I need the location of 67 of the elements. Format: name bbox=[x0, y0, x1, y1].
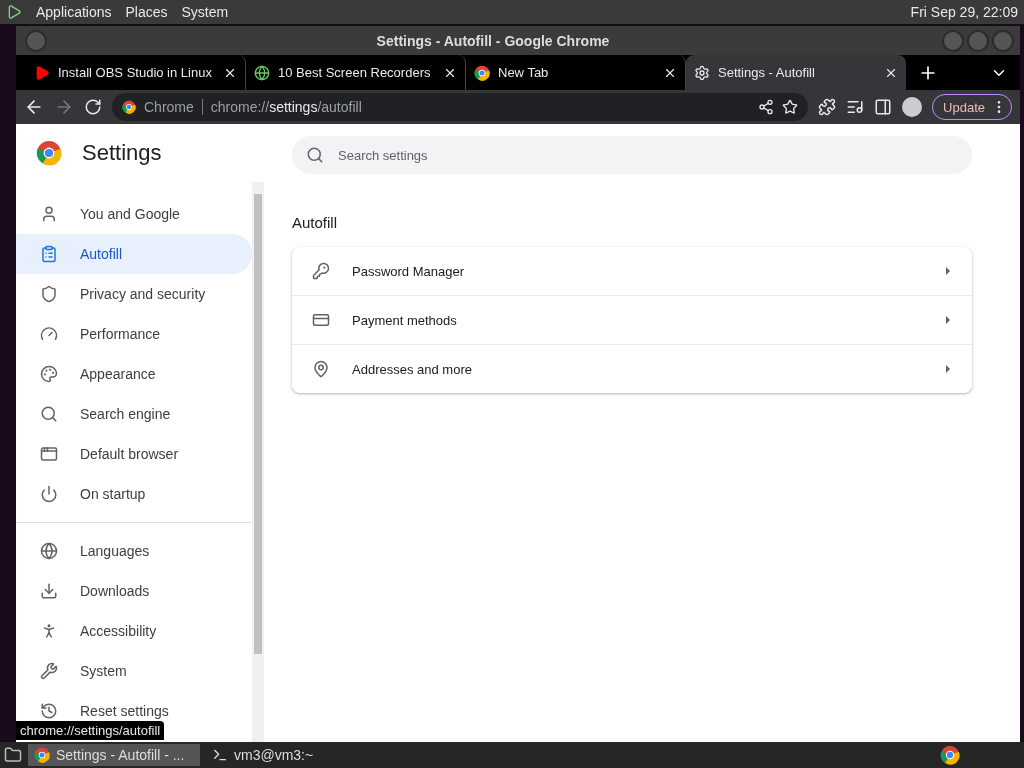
settings-row[interactable]: Addresses and more bbox=[292, 344, 972, 393]
pin-icon bbox=[312, 360, 330, 378]
avatar[interactable] bbox=[902, 97, 923, 117]
gauge-icon bbox=[40, 325, 58, 343]
settings-icon bbox=[694, 64, 710, 81]
browser-window-icon bbox=[40, 445, 58, 463]
settings-row[interactable]: Password Manager bbox=[292, 247, 972, 295]
sidebar-item[interactable]: Search engine bbox=[16, 394, 252, 434]
panel-menu[interactable]: Places bbox=[125, 4, 168, 20]
settings-row[interactable]: Payment methods bbox=[292, 295, 972, 344]
sidebar-item[interactable]: Appearance bbox=[16, 354, 252, 394]
scrollbar-thumb[interactable] bbox=[254, 194, 262, 654]
person-icon bbox=[40, 205, 58, 223]
sidebar-item[interactable]: Privacy and security bbox=[16, 274, 252, 314]
sidebar-item[interactable]: Accessibility bbox=[16, 611, 252, 651]
search-icon bbox=[306, 146, 324, 164]
chrome-icon bbox=[122, 100, 136, 114]
browser-tab[interactable]: Settings - Autofill bbox=[686, 55, 906, 90]
status-tooltip: chrome://settings/autofill bbox=[16, 721, 165, 740]
sidebar-item[interactable]: Default browser bbox=[16, 434, 252, 474]
scrollbar[interactable] bbox=[252, 182, 264, 742]
clock: Fri Sep 29, 22:09 bbox=[910, 4, 1018, 20]
terminal-icon bbox=[212, 747, 228, 763]
key-icon bbox=[312, 262, 330, 280]
globe-icon bbox=[254, 64, 270, 81]
sidebar-item[interactable]: Downloads bbox=[16, 571, 252, 611]
share-icon[interactable] bbox=[758, 99, 775, 115]
search-icon bbox=[40, 405, 58, 423]
panel-menu[interactable]: System bbox=[181, 4, 229, 20]
side-panel-icon[interactable] bbox=[874, 98, 893, 116]
sidebar-item[interactable]: System bbox=[16, 651, 252, 691]
star-icon[interactable] bbox=[782, 99, 799, 115]
sidebar-item[interactable]: Autofill bbox=[16, 234, 252, 274]
wrench-icon bbox=[40, 662, 58, 680]
sidebar-item[interactable]: Performance bbox=[16, 314, 252, 354]
taskbar-item[interactable]: Settings - Autofill - ... bbox=[28, 744, 200, 766]
caret-icon bbox=[944, 315, 952, 325]
search-field[interactable]: Search settings bbox=[292, 136, 972, 174]
chrome-icon[interactable] bbox=[940, 745, 960, 765]
taskbar-item[interactable]: vm3@vm3:~ bbox=[206, 744, 320, 766]
address-bar[interactable]: Chrome chrome://settings/autofill bbox=[112, 93, 809, 121]
sidebar-item[interactable]: Languages bbox=[16, 531, 252, 571]
section-title: Autofill bbox=[292, 214, 339, 231]
card-icon bbox=[312, 311, 330, 329]
caret-icon bbox=[944, 266, 952, 276]
settings-title: Settings bbox=[82, 140, 162, 166]
chrome-icon bbox=[34, 747, 50, 763]
panel-menu[interactable]: Applications bbox=[36, 4, 112, 20]
media-list-icon[interactable] bbox=[846, 98, 865, 116]
puzzle-icon[interactable] bbox=[818, 98, 837, 116]
play-icon bbox=[34, 64, 50, 81]
power-icon bbox=[40, 485, 58, 503]
sidebar-item[interactable]: You and Google bbox=[16, 194, 252, 234]
chrome-icon bbox=[474, 64, 490, 81]
window-title: Settings - Autofill - Google Chrome bbox=[375, 32, 611, 49]
shield-icon bbox=[40, 285, 58, 303]
history-icon bbox=[40, 702, 58, 720]
reload-icon[interactable] bbox=[84, 98, 102, 116]
download-icon bbox=[40, 582, 58, 600]
clipboard-icon bbox=[40, 245, 58, 263]
caret-icon bbox=[944, 364, 952, 374]
sidebar-item[interactable]: On startup bbox=[16, 474, 252, 514]
logo-icon[interactable] bbox=[6, 4, 22, 20]
globe-icon bbox=[40, 542, 58, 560]
chrome-logo-icon bbox=[36, 140, 62, 166]
palette-icon bbox=[40, 365, 58, 383]
folder-icon[interactable] bbox=[4, 746, 22, 764]
